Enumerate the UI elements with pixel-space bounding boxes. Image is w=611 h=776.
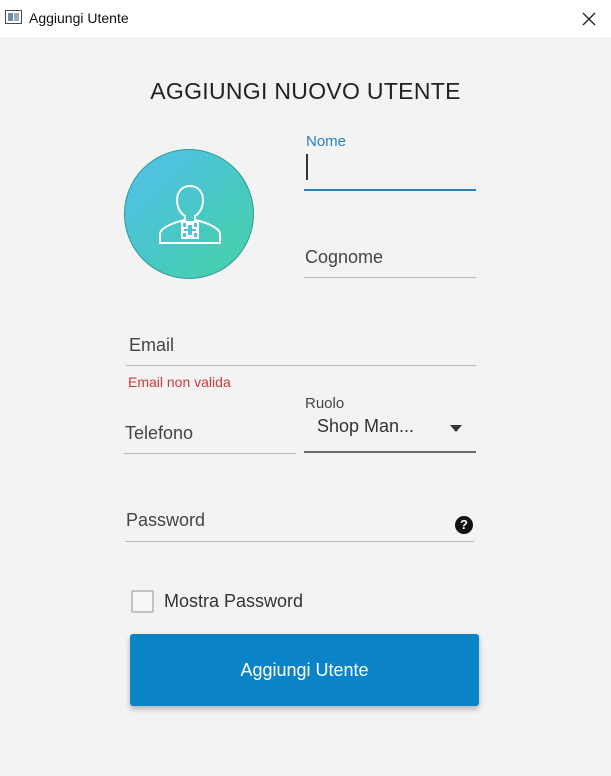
- email-underline: [126, 365, 476, 366]
- app-window-icon: [5, 10, 22, 24]
- cognome-field[interactable]: Cognome: [304, 240, 476, 278]
- title-bar: Aggiungi Utente: [0, 0, 611, 37]
- telefono-underline: [124, 453, 296, 454]
- avatar[interactable]: [124, 149, 254, 279]
- nome-field[interactable]: Nome: [304, 130, 476, 191]
- ruolo-selected-value: Shop Man...: [317, 416, 415, 436]
- nome-label: Nome: [306, 133, 347, 150]
- password-label: Password: [126, 510, 206, 530]
- ruolo-underline: [304, 451, 476, 453]
- email-field[interactable]: Email: [126, 326, 476, 366]
- add-user-button-label: Aggiungi Utente: [240, 659, 369, 680]
- show-password-checkbox[interactable]: [131, 590, 154, 613]
- add-user-button[interactable]: Aggiungi Utente: [130, 634, 479, 706]
- email-label: Email: [129, 335, 175, 355]
- telefono-label: Telefono: [125, 423, 194, 443]
- telefono-field[interactable]: Telefono: [124, 414, 296, 454]
- cognome-label: Cognome: [305, 247, 384, 267]
- close-button[interactable]: [567, 0, 611, 37]
- nome-underline: [304, 189, 476, 191]
- window-title: Aggiungi Utente: [29, 10, 129, 26]
- cognome-underline: [304, 277, 476, 278]
- page-title: AGGIUNGI NUOVO UTENTE: [150, 78, 461, 104]
- text-caret: [306, 154, 308, 180]
- password-underline: [125, 541, 474, 542]
- chevron-down-icon[interactable]: [450, 425, 462, 432]
- ruolo-label: Ruolo: [305, 395, 345, 412]
- email-error-message: Email non valida: [128, 374, 231, 390]
- medical-user-icon: [159, 184, 221, 244]
- question-circle-icon[interactable]: ?: [455, 516, 473, 534]
- ruolo-select[interactable]: Ruolo Shop Man...: [304, 395, 476, 453]
- show-password-label[interactable]: Mostra Password: [164, 591, 303, 612]
- password-field[interactable]: Password: [125, 502, 474, 542]
- close-icon: [582, 12, 596, 25]
